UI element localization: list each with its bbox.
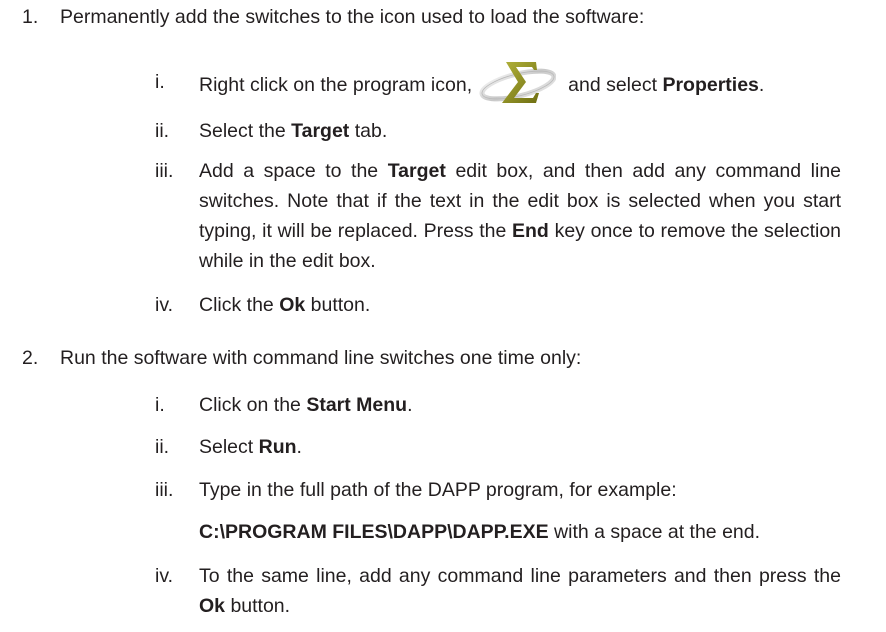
instructions-document: 1. Permanently add the switches to the i… [0,0,886,632]
substep-text-part: with a space at the end. [554,521,761,543]
start-menu-label: Start Menu [306,394,408,416]
path-example: C:\PROGRAM FILES\DAPP\DAPP.EXE with a sp… [199,517,841,547]
substep-text: To the same line, add any command line p… [199,561,841,621]
substep-numeral: iii. [155,160,174,182]
substep-text: Select Run. [199,432,841,462]
substep-numeral: ii. [155,120,170,142]
substep-text: Click the Ok button. [199,290,841,320]
substep-numeral: ii. [155,436,170,458]
substep-text-part: . [296,436,302,458]
ok-button-label: Ok [199,595,226,617]
run-label: Run [258,436,297,458]
substep-numeral: iv. [155,294,174,316]
substep-text-part: . [758,74,765,96]
substep-text-part: Select the [199,120,286,142]
substep-text: Select the Target tab. [199,116,841,146]
substep-text-part: . [407,394,413,416]
target-label: Target [387,160,446,182]
substep-text-part: and select [568,74,658,96]
step-number: 2. [22,347,39,369]
target-label: Target [291,120,350,142]
sigma-program-icon [478,59,557,105]
substep-text-part: To the same line, add any command line p… [199,565,841,587]
end-key-label: End [512,220,549,242]
substep-text: Type in the full path of the DAPP progra… [199,479,677,501]
step-text: Permanently add the switches to the icon… [60,6,645,28]
substep-text-part: button. [230,595,291,617]
substep-text-part: Select [199,436,254,458]
substep-text-part: tab. [354,120,388,142]
properties-label: Properties [662,74,759,96]
dapp-exe-path: C:\PROGRAM FILES\DAPP\DAPP.EXE [199,521,549,543]
substep-numeral: iii. [155,479,174,501]
substep-text-part: Click on the [199,394,301,416]
substep-text-part: button. [310,294,371,316]
substep-text: Right click on the program icon, and sel… [199,59,841,108]
substep-numeral: i. [155,394,165,416]
substep-text-part: Add a space to the [199,160,379,182]
step-number: 1. [22,6,39,28]
substep-text: Click on the Start Menu. [199,390,841,420]
substep-text-part: Right click on the program icon, [199,74,473,96]
ok-button-label: Ok [279,294,306,316]
substep-text-part: Click the [199,294,274,316]
substep-numeral: iv. [155,565,174,587]
step-text: Run the software with command line switc… [60,347,582,369]
substep-numeral: i. [155,71,165,93]
substep-text: Add a space to the Target edit box, and … [199,156,841,276]
